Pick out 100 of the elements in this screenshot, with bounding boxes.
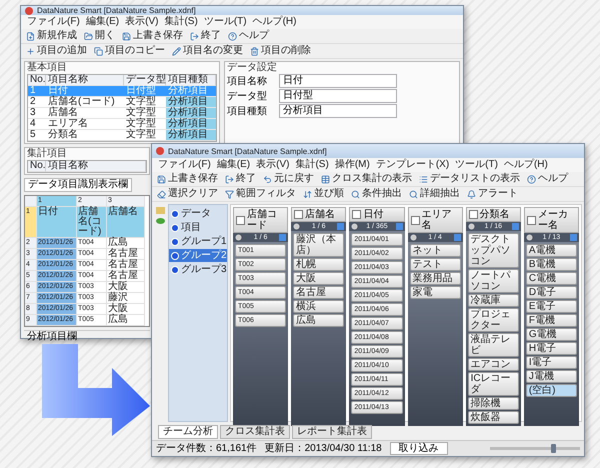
toolbar-button[interactable]: 開く: [83, 30, 116, 42]
toolbar-button[interactable]: データリストの表示: [418, 173, 521, 185]
table-cell[interactable]: 分析項目: [166, 119, 216, 130]
toolbar-button[interactable]: 並び順: [302, 188, 345, 200]
slider-thumb[interactable]: [551, 444, 556, 453]
toolbar-button[interactable]: 終了: [189, 30, 222, 42]
menu-item[interactable]: ツール(T): [204, 16, 247, 28]
menu-item[interactable]: 集計(S): [164, 16, 198, 28]
toolbar-button[interactable]: 項目名の変更: [171, 45, 244, 57]
toolbar-button[interactable]: 条件抽出: [350, 188, 403, 200]
filter-item[interactable]: テスト: [410, 258, 461, 271]
toolbar-button[interactable]: 新規作成: [25, 30, 78, 42]
table-cell[interactable]: 分類名: [46, 130, 124, 141]
filter-item[interactable]: A電機: [526, 244, 577, 257]
table-cell[interactable]: 分析項目: [166, 97, 216, 108]
filter-item[interactable]: G電機: [526, 328, 577, 341]
filter-item[interactable]: 大阪: [293, 272, 344, 285]
input-field[interactable]: 日付型: [279, 89, 397, 103]
import-button[interactable]: 取り込み: [390, 442, 448, 455]
filter-item[interactable]: 横浜: [293, 300, 344, 313]
checkbox[interactable]: [352, 210, 362, 219]
table-cell[interactable]: 店舗名: [46, 108, 124, 119]
toolbar-button[interactable]: クロス集計の表示: [320, 173, 413, 185]
filter-item[interactable]: 広島: [293, 314, 344, 327]
filter-item[interactable]: D電子: [526, 286, 577, 299]
filter-item[interactable]: B電機: [526, 258, 577, 271]
menu-item[interactable]: ヘルプ(H): [252, 16, 296, 28]
filter-item[interactable]: F電機: [526, 314, 577, 327]
input-field[interactable]: 日付: [279, 74, 397, 88]
table-cell[interactable]: 店舗名(コード): [46, 97, 124, 108]
toolbar-button[interactable]: ヘルプ: [227, 30, 270, 42]
zoom-slider[interactable]: [490, 447, 580, 450]
table-cell[interactable]: 4: [28, 119, 46, 130]
menu-item[interactable]: テンプレート(X): [376, 159, 450, 171]
table-cell[interactable]: 2: [28, 97, 46, 108]
filter-item[interactable]: I電子: [526, 356, 577, 369]
menu-item[interactable]: ヘルプ(H): [504, 159, 548, 171]
filter-item[interactable]: 液晶テレビ: [468, 333, 519, 357]
menu-item[interactable]: 編集(E): [216, 159, 250, 171]
tab[interactable]: チーム分析: [158, 425, 218, 439]
column-header: No.: [28, 75, 46, 86]
toolbar-button[interactable]: 上書き保存: [156, 173, 219, 185]
filter-item[interactable]: 名古屋: [293, 286, 344, 299]
filter-item[interactable]: 家電: [410, 286, 461, 299]
filter-item[interactable]: C電機: [526, 272, 577, 285]
tree-item[interactable]: グループ3: [169, 263, 227, 276]
filter-item[interactable]: ネット: [410, 244, 461, 257]
toolbar-button[interactable]: 範囲フィルタ: [224, 188, 297, 200]
toolbar-button[interactable]: 選択クリア: [156, 188, 219, 200]
table-cell[interactable]: 5: [28, 130, 46, 141]
menu-item[interactable]: 編集(E): [86, 16, 120, 28]
menu-item[interactable]: ファイル(F): [27, 16, 80, 28]
filter-item[interactable]: 冷蔵庫: [468, 294, 519, 307]
toolbar-button[interactable]: 上書き保存: [121, 30, 184, 42]
leaf-icon[interactable]: [156, 217, 164, 225]
checkbox[interactable]: [236, 216, 245, 224]
filter-item[interactable]: ノートパソコン: [468, 269, 519, 293]
checkbox[interactable]: [294, 210, 304, 219]
filter-item[interactable]: 札幌: [293, 258, 344, 271]
filter-item[interactable]: デスクトップパソコン: [468, 233, 519, 268]
table-cell[interactable]: 分析項目: [166, 108, 216, 119]
input-field[interactable]: 分析項目: [279, 104, 397, 118]
menu-item[interactable]: 操作(M): [334, 159, 370, 171]
table-cell[interactable]: 3: [28, 108, 46, 119]
tree-item[interactable]: グループ1: [169, 235, 227, 248]
menu-item[interactable]: 表示(V): [125, 16, 158, 28]
tree-item[interactable]: データ: [169, 207, 227, 220]
filter-item[interactable]: 業務用品: [410, 272, 461, 285]
table-cell[interactable]: 分析項目: [166, 130, 216, 141]
toolbar-button[interactable]: 終了: [224, 173, 257, 185]
filter-item[interactable]: 炊飯器: [468, 411, 519, 424]
menu-item[interactable]: ツール(T): [455, 159, 498, 171]
table-cell[interactable]: エリア名: [46, 119, 124, 130]
filter-item[interactable]: エアコン: [468, 358, 519, 371]
filter-item[interactable]: (空白): [526, 384, 577, 397]
tab[interactable]: データ項目識別表示欄: [24, 178, 132, 192]
checkbox[interactable]: [468, 210, 478, 219]
toolbar-button[interactable]: 項目の削除: [249, 45, 312, 57]
checkbox[interactable]: [526, 216, 536, 224]
toolbar-button[interactable]: アラート: [466, 188, 519, 200]
toolbar-button[interactable]: 項目の追加: [25, 45, 88, 57]
checkbox[interactable]: [410, 216, 420, 224]
menu-item[interactable]: ファイル(F): [158, 159, 211, 171]
filter-item[interactable]: J電機: [526, 370, 577, 383]
tree-item[interactable]: グループ2: [169, 249, 227, 262]
filter-item[interactable]: ICレコーダ: [468, 372, 519, 396]
menu-item[interactable]: 表示(V): [256, 159, 290, 171]
filter-item[interactable]: H電子: [526, 342, 577, 355]
menu-item[interactable]: 集計(S): [295, 159, 329, 171]
toolbar-button[interactable]: 詳細抽出: [408, 188, 461, 200]
filter-item[interactable]: 藤沢（本店）: [293, 233, 344, 257]
tab[interactable]: レポート集計表: [292, 425, 372, 439]
toolbar-button[interactable]: 元に戻す: [262, 173, 315, 185]
tab[interactable]: クロス集計表: [220, 425, 290, 439]
filter-item[interactable]: 掃除機: [468, 397, 519, 410]
toolbar-button[interactable]: 項目のコピー: [93, 45, 166, 57]
filter-item[interactable]: E電子: [526, 300, 577, 313]
filter-item[interactable]: プロジェクター: [468, 308, 519, 332]
tree-item[interactable]: 項目: [169, 221, 227, 234]
toolbar-button[interactable]: ヘルプ: [526, 173, 569, 185]
